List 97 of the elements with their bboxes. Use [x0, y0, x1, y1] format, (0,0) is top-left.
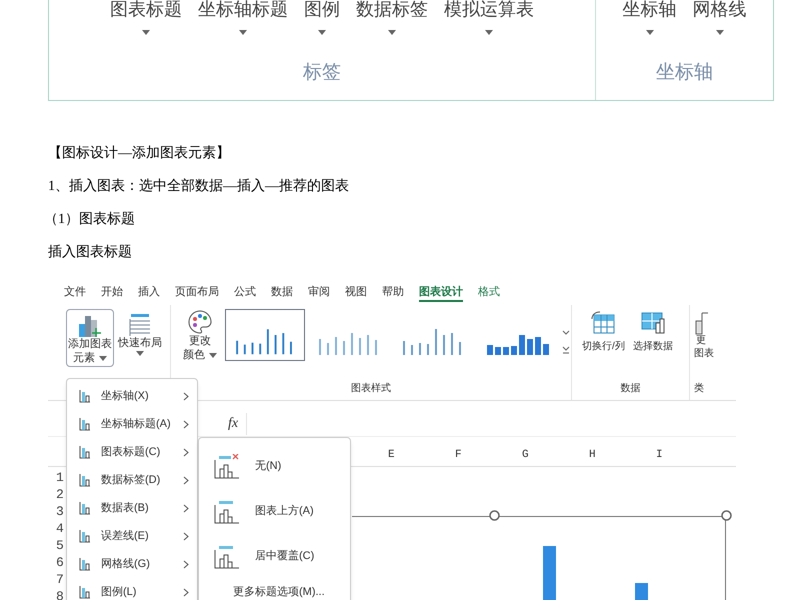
menu-item[interactable]: 坐标轴(X) — [67, 382, 197, 410]
menu-item[interactable]: 网格线(G) — [67, 550, 197, 578]
select-data-button[interactable]: 选择数据 — [632, 311, 673, 381]
chevron-right-icon — [183, 476, 189, 484]
chart-style-thumbnail[interactable] — [225, 309, 305, 361]
chart-title-icon — [213, 498, 241, 524]
row-number: 5 — [56, 537, 64, 554]
caret-icon — [142, 30, 150, 35]
change-chart-type-button[interactable]: 更 图表 — [694, 305, 736, 360]
caret-icon — [388, 30, 396, 35]
group-label: 标签 — [303, 61, 341, 85]
add-chart-element-button[interactable]: 添加图表 元素 — [66, 309, 114, 367]
group-label: 坐标轴 — [656, 61, 713, 85]
row-number: 6 — [56, 554, 64, 571]
chart-element-icon — [79, 529, 91, 543]
column-header: I — [656, 448, 664, 464]
resize-handle[interactable] — [721, 510, 732, 521]
paragraph: 插入图表标题 — [48, 244, 133, 262]
palette-icon — [187, 309, 213, 335]
menu-item[interactable]: 图例(L) — [67, 578, 197, 600]
row-number: 4 — [56, 520, 64, 537]
ribbon-tab[interactable]: 插入 — [138, 284, 160, 302]
row-number: 8 — [56, 588, 64, 600]
chart-add-icon — [77, 314, 103, 338]
ribbon-tab[interactable]: 公式 — [234, 284, 256, 302]
group-label: 图表样式 — [351, 382, 391, 396]
chevron-right-icon — [183, 532, 189, 540]
column-header: E — [388, 448, 396, 464]
chart-type-icon — [694, 311, 708, 335]
ribbon-dropdown-button[interactable]: 图表标题 — [110, 0, 182, 35]
ribbon-tab[interactable]: 文件 — [64, 284, 86, 302]
chevron-right-icon — [183, 392, 189, 400]
menu-item[interactable]: 误差线(E) — [67, 522, 197, 550]
paragraph: 【图标设计—添加图表元素】 — [48, 144, 231, 163]
chevron-right-icon — [183, 504, 189, 512]
row-number: 1 — [56, 469, 64, 486]
caret-icon — [99, 356, 107, 362]
ribbon-tab[interactable]: 帮助 — [382, 284, 404, 302]
chevron-right-icon — [183, 588, 189, 596]
ribbon-dropdown-button[interactable]: 模拟运算表 — [444, 0, 534, 35]
chevron-right-icon — [183, 560, 189, 568]
column-header: H — [589, 448, 597, 464]
submenu-item[interactable]: 居中覆盖(C) — [199, 534, 350, 579]
chart-element-icon — [79, 585, 91, 599]
caret-icon — [136, 350, 144, 356]
row-number: 2 — [56, 486, 64, 503]
layout-icon — [127, 313, 153, 337]
ribbon-tab[interactable]: 数据 — [271, 284, 293, 302]
chart-element-icon — [79, 417, 91, 431]
chart-title-icon — [213, 544, 241, 570]
paragraph: 1、插入图表：选中全部数据—插入—推荐的图表 — [48, 178, 350, 196]
chevron-right-icon — [183, 420, 189, 428]
group-label: 数据 — [620, 382, 640, 396]
chart-element-icon — [79, 557, 91, 571]
ribbon-tab[interactable]: 开始 — [101, 284, 123, 302]
menu-item[interactable]: 数据表(B) — [67, 494, 197, 522]
ribbon-dropdown-button[interactable]: 坐标轴标题 — [198, 0, 288, 35]
function-label: fx — [228, 415, 238, 433]
ribbon-tab[interactable]: 图表设计 — [419, 284, 463, 302]
ribbon-tab[interactable]: 审阅 — [308, 284, 330, 302]
switch-row-column-button[interactable]: 切换行/列 — [582, 311, 625, 381]
quick-layout-button[interactable]: 快速布局 — [118, 309, 162, 356]
caret-icon — [239, 30, 247, 35]
submenu-item[interactable]: 无(N) — [199, 444, 350, 489]
caret-icon — [209, 353, 217, 358]
chart-element-icon — [79, 473, 91, 487]
ribbon-tab[interactable]: 视图 — [345, 284, 367, 302]
ribbon-dropdown-button[interactable]: 网格线 — [692, 0, 746, 35]
caret-icon — [646, 30, 654, 35]
chevron-right-icon — [183, 448, 189, 456]
grid-swap-icon — [590, 311, 616, 335]
chart-title-icon — [213, 454, 241, 480]
row-number: 3 — [56, 503, 64, 520]
menu-item[interactable]: 坐标轴标题(A) — [67, 410, 197, 438]
ribbon-tab[interactable]: 格式 — [478, 284, 500, 302]
chart-element-icon — [79, 501, 91, 515]
chart-element-icon — [79, 445, 91, 459]
caret-icon — [485, 30, 493, 35]
column-header: G — [522, 448, 530, 464]
caret-icon — [318, 30, 326, 35]
ribbon-dropdown-button[interactable]: 坐标轴 — [622, 0, 676, 35]
more-title-options-item[interactable]: 更多标题选项(M)... — [199, 579, 350, 600]
group-label: 类 — [694, 382, 705, 396]
ribbon-tab[interactable]: 页面布局 — [175, 284, 219, 302]
chart-element-icon — [79, 389, 91, 403]
row-number: 7 — [56, 571, 64, 588]
submenu-item[interactable]: 图表上方(A) — [199, 489, 350, 534]
change-colors-button[interactable]: 更改 颜色 — [183, 309, 217, 362]
caret-icon — [716, 30, 724, 35]
table-chart-icon — [640, 311, 666, 335]
paragraph: （1）图表标题 — [44, 210, 136, 229]
menu-item[interactable]: 数据标签(D) — [67, 466, 197, 494]
menu-item[interactable]: 图表标题(C) — [67, 438, 197, 466]
resize-handle[interactable] — [489, 510, 500, 521]
column-header: F — [455, 448, 463, 464]
ribbon-dropdown-button[interactable]: 数据标签 — [356, 0, 428, 35]
ribbon-dropdown-button[interactable]: 图例 — [304, 0, 340, 35]
